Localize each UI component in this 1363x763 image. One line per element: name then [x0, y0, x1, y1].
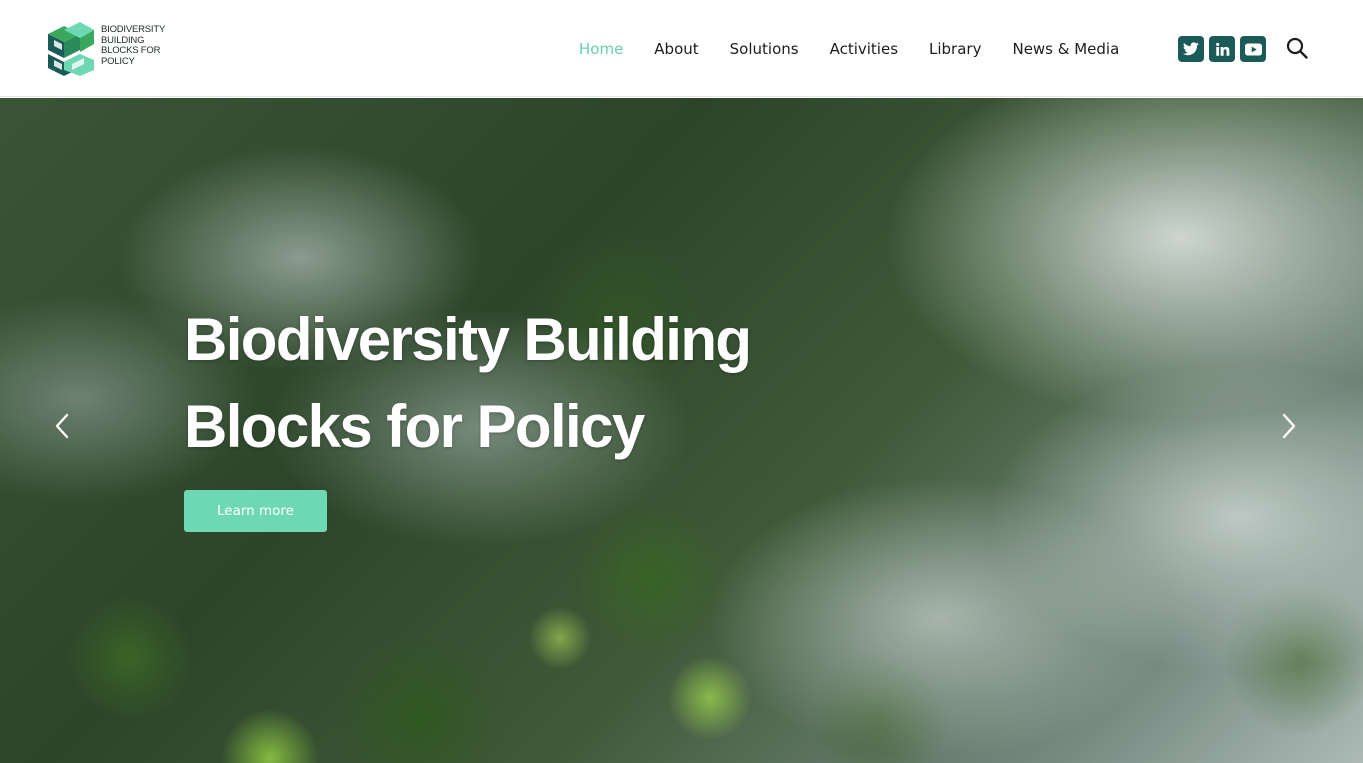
- chevron-right-icon[interactable]: [1277, 408, 1301, 444]
- youtube-glyph: [1244, 42, 1262, 56]
- logo-wordmark: BIODIVERSITY BUILDING BLOCKS FOR POLICY: [101, 24, 173, 67]
- nav-about[interactable]: About: [654, 40, 698, 58]
- nav-home[interactable]: Home: [579, 40, 623, 58]
- nav-activities[interactable]: Activities: [830, 40, 898, 58]
- learn-more-button[interactable]: Learn more: [184, 490, 327, 532]
- search-icon[interactable]: [1285, 36, 1309, 60]
- hero-title: Biodiversity Building Blocks for Policy: [184, 306, 752, 460]
- main-nav: Home About Solutions Activities Library …: [564, 0, 1150, 97]
- hero-banner: Biodiversity Building Blocks for Policy …: [0, 98, 1363, 763]
- logo-line: POLICY: [101, 55, 135, 67]
- nav-library[interactable]: Library: [929, 40, 981, 58]
- logo-line: BLOCKS FOR: [101, 45, 161, 56]
- twitter-glyph: [1183, 42, 1199, 56]
- nav-news-media[interactable]: News & Media: [1012, 40, 1119, 58]
- search-glyph: [1286, 37, 1308, 59]
- twitter-icon[interactable]: [1178, 36, 1204, 62]
- prev-slide-glyph: [55, 413, 69, 439]
- youtube-icon[interactable]: [1240, 36, 1266, 62]
- nav-solutions[interactable]: Solutions: [730, 40, 799, 58]
- social-links: [1178, 36, 1266, 62]
- site-header: BIODIVERSITY BUILDING BLOCKS FOR POLICY …: [0, 0, 1363, 97]
- logo-line: BIODIVERSITY: [101, 24, 166, 35]
- logo-icon: [48, 22, 94, 76]
- chevron-left-icon[interactable]: [50, 408, 74, 444]
- linkedin-icon[interactable]: [1209, 36, 1235, 62]
- next-slide-glyph: [1282, 413, 1296, 439]
- site-logo[interactable]: BIODIVERSITY BUILDING BLOCKS FOR POLICY: [44, 18, 174, 78]
- linkedin-glyph: [1215, 42, 1229, 56]
